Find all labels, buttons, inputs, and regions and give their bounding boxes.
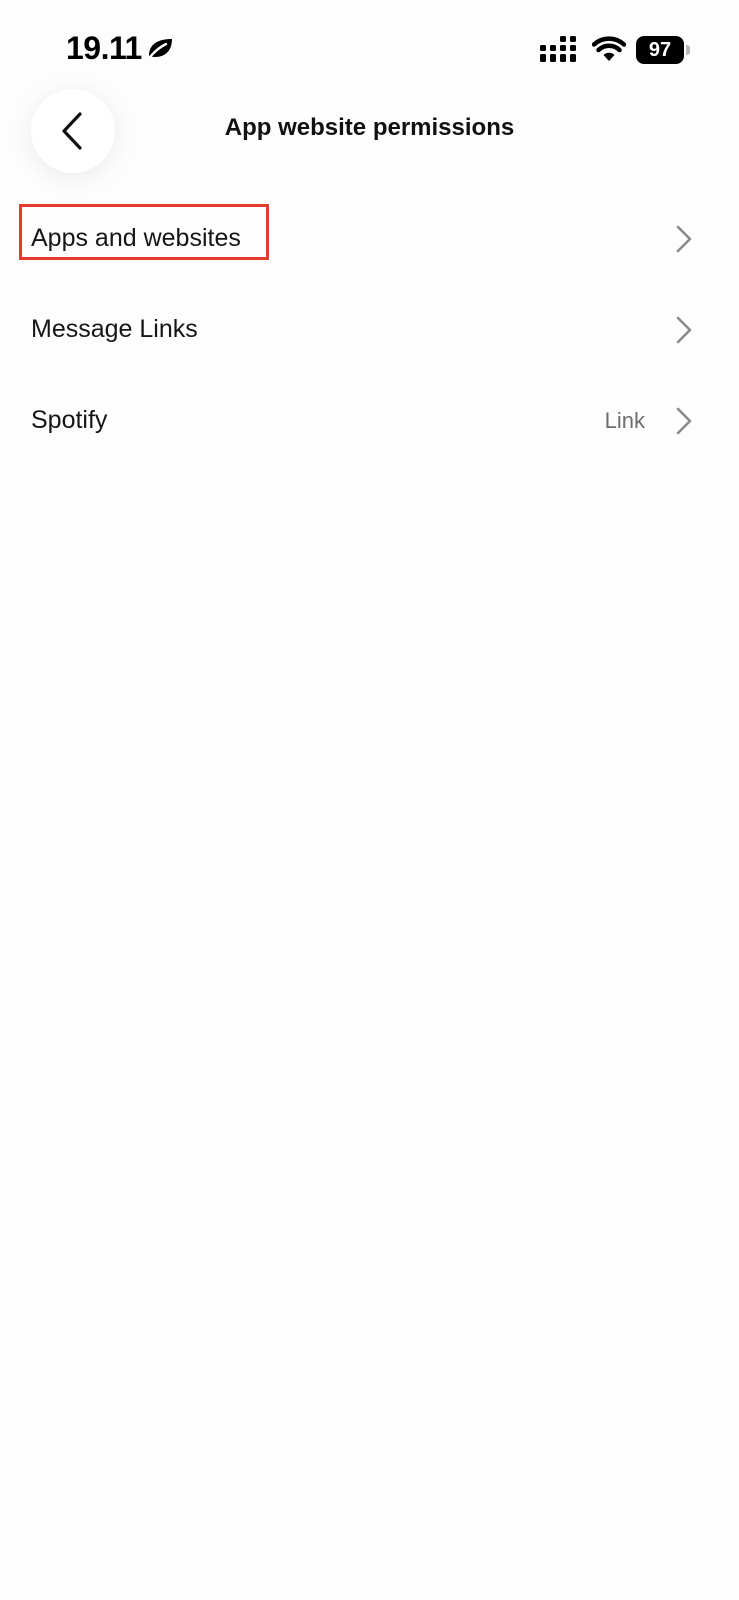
list-item-apps-and-websites[interactable]: Apps and websites [0, 193, 739, 284]
chevron-right-icon [676, 316, 692, 343]
list-item-label: Apps and websites [31, 224, 241, 252]
list-item-message-links[interactable]: Message Links [0, 284, 739, 375]
back-button[interactable] [31, 89, 115, 173]
battery-level: 97 [636, 36, 684, 64]
list-item-value: Link [604, 407, 645, 433]
chevron-right-icon [676, 407, 692, 434]
list-item-spotify[interactable]: Spotify Link [0, 375, 739, 466]
leaf-icon [148, 39, 172, 59]
list-item-label: Message Links [31, 315, 198, 343]
list-item-label: Spotify [31, 406, 108, 434]
status-time: 19.11 [66, 30, 142, 66]
settings-list: Apps and websites Message Links Spotify … [0, 193, 739, 466]
chevron-right-icon [676, 225, 692, 252]
battery-tip [686, 45, 690, 55]
status-bar: 19.11 97 [0, 0, 739, 90]
battery-icon: 97 [636, 36, 690, 64]
page-title: App website permissions [224, 114, 515, 141]
chevron-left-icon [62, 112, 82, 150]
cellular-signal-icon [540, 36, 576, 62]
wifi-icon [592, 36, 626, 61]
